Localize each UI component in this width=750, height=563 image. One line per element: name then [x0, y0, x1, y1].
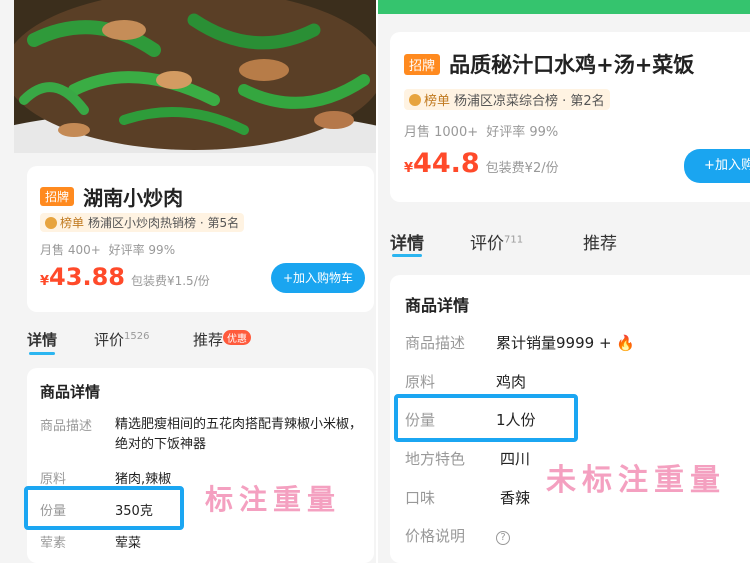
section-title: 商品详情: [40, 383, 101, 401]
row-value-type: 荤菜: [115, 536, 142, 551]
row-value-description: 精选肥瘦相间的五花肉搭配青辣椒小米椒，绝对的下饭神器: [115, 417, 363, 452]
rank-badge[interactable]: 榜单 杨浦区小炒肉热销榜 · 第5名: [40, 213, 245, 232]
packing-fee: 包装费¥1.5/份: [130, 274, 210, 288]
tab-details[interactable]: 详情: [27, 329, 57, 350]
currency-symbol: ¥: [404, 161, 414, 176]
annotation-weight-unmarked: 未标注重量: [546, 463, 726, 498]
row-value-ingredients: 鸡肉: [496, 373, 527, 391]
price: 43.88: [49, 263, 125, 291]
row-value-description: 累计销量9999 + 🔥: [496, 334, 635, 352]
packing-fee: 包装费¥2/份: [485, 161, 559, 176]
price: 44.8: [413, 148, 480, 179]
product-title: 湖南小炒肉: [83, 186, 184, 210]
monthly-sales: 月售 1000+: [404, 125, 479, 140]
row-label-flavor: 口味: [405, 489, 436, 507]
row-label-type: 荤素: [40, 536, 67, 551]
rating: 好评率 99%: [486, 125, 559, 140]
tab-underline: [29, 352, 55, 355]
rank-text: 杨浦区凉菜综合榜 · 第2名: [454, 94, 605, 109]
row-value-flavor: 香辣: [500, 489, 531, 507]
tab-reviews[interactable]: 评价711: [470, 229, 523, 254]
tab-underline: [392, 254, 422, 257]
signature-tag: 招牌: [404, 53, 441, 75]
review-count: 711: [504, 234, 524, 246]
signature-tag: 招牌: [40, 187, 75, 206]
medal-icon: [409, 93, 421, 106]
product-title: 品质秘汁口水鸡+汤+菜饭: [449, 53, 695, 77]
rank-badge[interactable]: 榜单 杨浦区凉菜综合榜 · 第2名: [404, 89, 610, 110]
food-photo: [14, 0, 376, 153]
monthly-sales: 月售 400+: [40, 243, 101, 257]
row-value-region: 四川: [500, 450, 531, 468]
tab-reviews[interactable]: 评价1526: [94, 329, 149, 350]
rank-text: 杨浦区小炒肉热销榜 · 第5名: [88, 216, 240, 230]
row-value-ingredients: 猪肉,辣椒: [115, 472, 172, 487]
row-label-description: 商品描述: [405, 334, 466, 352]
medal-icon: [45, 216, 57, 229]
promo-badge: 优惠: [223, 330, 252, 345]
tab-recommend[interactable]: 推荐: [583, 229, 617, 254]
row-label-price-note: 价格说明: [405, 527, 466, 545]
row-label-region: 地方特色: [405, 450, 466, 468]
right-product-panel: 招牌 品质秘汁口水鸡+汤+菜饭 榜单 杨浦区凉菜综合榜 · 第2名 月售 100…: [378, 0, 750, 563]
review-count: 1526: [124, 331, 150, 342]
rating: 好评率 99%: [108, 243, 176, 257]
row-label-ingredients: 原料: [40, 472, 67, 487]
top-green-bar: [378, 0, 750, 14]
left-product-panel: 招牌 湖南小炒肉 榜单 杨浦区小炒肉热销榜 · 第5名 月售 400+ 好评率 …: [0, 0, 376, 563]
portion-highlight-box: [24, 486, 184, 530]
section-title: 商品详情: [405, 296, 470, 315]
annotation-weight-marked: 标注重量: [205, 483, 342, 516]
add-to-cart-button[interactable]: +加入购: [684, 149, 750, 183]
tab-recommend[interactable]: 推荐 优惠: [193, 329, 252, 350]
row-label-ingredients: 原料: [405, 373, 436, 391]
row-label-description: 商品描述: [40, 419, 93, 434]
help-icon[interactable]: ?: [496, 525, 510, 545]
tab-details[interactable]: 详情: [390, 229, 424, 254]
rank-label: 榜单: [424, 94, 451, 109]
portion-highlight-box: [394, 394, 578, 442]
right-product-card: 招牌 品质秘汁口水鸡+汤+菜饭 榜单 杨浦区凉菜综合榜 · 第2名 月售 100…: [390, 32, 750, 202]
add-to-cart-button[interactable]: +加入购物车: [271, 263, 365, 293]
currency-symbol: ¥: [40, 274, 50, 289]
rank-label: 榜单: [60, 216, 85, 230]
left-product-card: 招牌 湖南小炒肉 榜单 杨浦区小炒肉热销榜 · 第5名 月售 400+ 好评率 …: [27, 166, 374, 312]
